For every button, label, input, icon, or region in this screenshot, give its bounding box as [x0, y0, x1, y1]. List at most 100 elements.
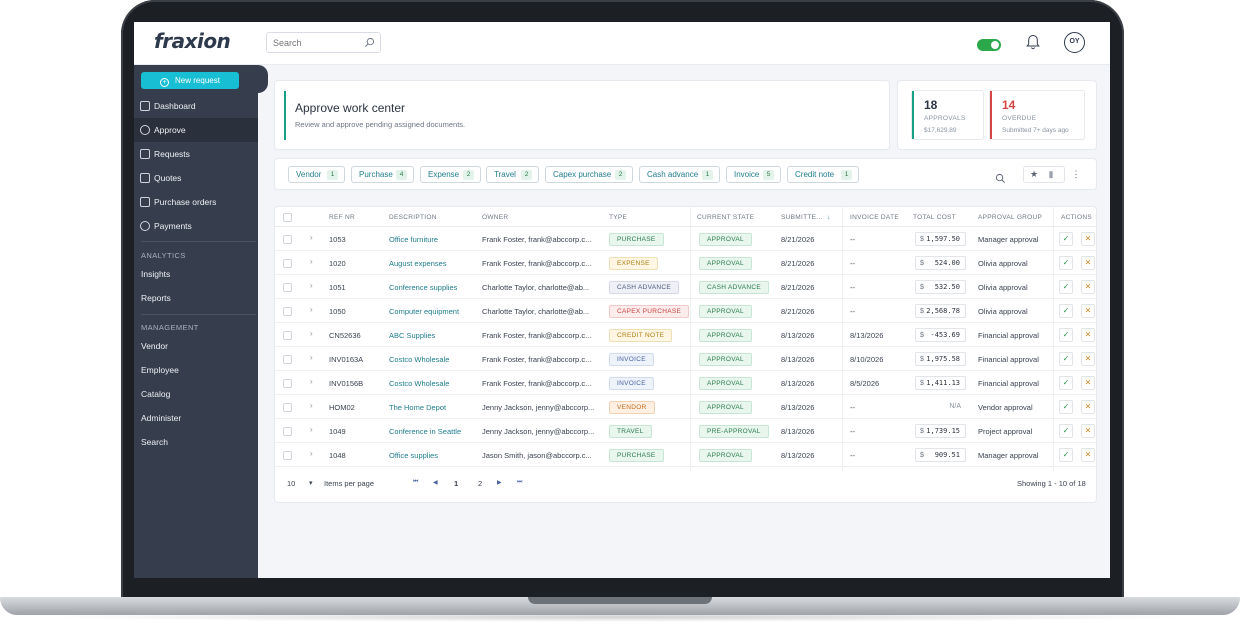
bell-icon[interactable]	[1026, 34, 1040, 50]
approve-button[interactable]: ✓	[1059, 352, 1073, 366]
reject-button[interactable]: ✕	[1081, 232, 1095, 246]
sidebar-item-payments[interactable]: Payments	[134, 214, 258, 238]
avatar[interactable]: OY	[1064, 32, 1085, 53]
filter-chip-capex-purchase[interactable]: Capex purchase 2	[545, 166, 633, 183]
description-link[interactable]: Costco Wholesale	[389, 379, 449, 388]
reject-button[interactable]: ✕	[1081, 448, 1095, 462]
table-row[interactable]: › 1048 Office supplies Jason Smith, jaso…	[275, 443, 1096, 467]
table-row[interactable]: › 1050 Computer equipment Charlotte Tayl…	[275, 299, 1096, 323]
filter-chip-travel[interactable]: Travel 2	[486, 166, 539, 183]
approve-button[interactable]: ✓	[1059, 376, 1073, 390]
delete-icon[interactable]: ▮	[1042, 166, 1060, 183]
overdue-stat[interactable]: 14 OVERDUE Submitted 7+ days ago	[989, 90, 1085, 140]
table-row[interactable]: › 1020 August expenses Frank Foster, fra…	[275, 251, 1096, 275]
description-link[interactable]: ABC Supplies	[389, 331, 435, 340]
approve-button[interactable]: ✓	[1059, 400, 1073, 414]
expand-icon[interactable]: ›	[310, 305, 313, 314]
description-link[interactable]: Costco Wholesale	[389, 355, 449, 364]
col-description[interactable]: DESCRIPTION	[389, 214, 437, 221]
expand-icon[interactable]: ›	[310, 449, 313, 458]
table-row[interactable]: › INV0156B Costco Wholesale Frank Foster…	[275, 371, 1096, 395]
row-checkbox[interactable]	[283, 379, 292, 388]
filter-chip-vendor[interactable]: Vendor 1	[288, 166, 345, 183]
col-type[interactable]: TYPE	[609, 214, 627, 221]
per-page-select[interactable]: 10	[287, 479, 295, 488]
expand-icon[interactable]: ›	[310, 377, 313, 386]
sidebar-item-dashboard[interactable]: Dashboard	[134, 94, 258, 118]
description-link[interactable]: Office furniture	[389, 235, 438, 244]
logo[interactable]: fraxion	[154, 29, 231, 53]
approve-button[interactable]: ✓	[1059, 256, 1073, 270]
sort-arrow-icon[interactable]: ↓	[827, 214, 831, 221]
prev-page-icon[interactable]: ◀	[433, 479, 438, 486]
search-icon[interactable]	[364, 37, 375, 48]
expand-icon[interactable]: ›	[310, 329, 313, 338]
description-link[interactable]: August expenses	[389, 259, 447, 268]
expand-icon[interactable]: ›	[310, 281, 313, 290]
description-link[interactable]: Conference supplies	[389, 283, 457, 292]
sidebar-item-requests[interactable]: Requests	[134, 142, 258, 166]
expand-icon[interactable]: ›	[310, 401, 313, 410]
table-row[interactable]: › HOM02 The Home Depot Jenny Jackson, je…	[275, 395, 1096, 419]
chevron-down-icon[interactable]: ▾	[309, 479, 313, 487]
expand-icon[interactable]: ›	[310, 257, 313, 266]
row-checkbox[interactable]	[283, 427, 292, 436]
sidebar-item-quotes[interactable]: Quotes	[134, 166, 258, 190]
expand-icon[interactable]: ›	[310, 233, 313, 242]
description-link[interactable]: Conference in Seattle	[389, 427, 461, 436]
col-ref-nr[interactable]: REF NR	[329, 214, 355, 221]
sidebar-item-reports[interactable]: Reports	[134, 286, 258, 310]
filter-chip-purchase[interactable]: Purchase 4	[351, 166, 414, 183]
col-submitted[interactable]: SUBMITTE...	[781, 214, 823, 221]
filter-chip-cash-advance[interactable]: Cash advance 1	[639, 166, 720, 183]
sidebar-item-administer[interactable]: Administer	[134, 406, 258, 430]
row-checkbox[interactable]	[283, 283, 292, 292]
description-link[interactable]: The Home Depot	[389, 403, 446, 412]
row-checkbox[interactable]	[283, 331, 292, 340]
next-page-icon[interactable]: ▶	[497, 479, 502, 486]
col-owner[interactable]: OWNER	[482, 214, 508, 221]
row-checkbox[interactable]	[283, 259, 292, 268]
table-row[interactable]: › 1051 Conference supplies Charlotte Tay…	[275, 275, 1096, 299]
description-link[interactable]: Office supplies	[389, 451, 438, 460]
filter-chip-expense[interactable]: Expense 2	[420, 166, 481, 183]
sidebar-item-vendor[interactable]: Vendor	[134, 334, 258, 358]
row-checkbox[interactable]	[283, 235, 292, 244]
reject-button[interactable]: ✕	[1081, 328, 1095, 342]
row-checkbox[interactable]	[283, 355, 292, 364]
search-box[interactable]	[266, 32, 381, 53]
table-row[interactable]: › INV0163A Costco Wholesale Frank Foster…	[275, 347, 1096, 371]
filter-chip-invoice[interactable]: Invoice 5	[726, 166, 781, 183]
sidebar-item-search[interactable]: Search	[134, 430, 258, 454]
reject-button[interactable]: ✕	[1081, 352, 1095, 366]
filter-chip-credit-note[interactable]: Credit note 1	[787, 166, 859, 183]
table-row[interactable]: › CN52636 ABC Supplies Frank Foster, fra…	[275, 323, 1096, 347]
row-checkbox[interactable]	[283, 403, 292, 412]
table-row[interactable]: › 1049 Conference in Seattle Jenny Jacks…	[275, 419, 1096, 443]
reject-button[interactable]: ✕	[1081, 280, 1095, 294]
sidebar-item-employee[interactable]: Employee	[134, 358, 258, 382]
table-row[interactable]: › 1053 Office furniture Frank Foster, fr…	[275, 227, 1096, 251]
new-request-button[interactable]: + New request	[141, 72, 239, 89]
approve-button[interactable]: ✓	[1059, 424, 1073, 438]
select-all-checkbox[interactable]	[283, 213, 292, 222]
expand-icon[interactable]: ›	[310, 353, 313, 362]
col-approval-group[interactable]: APPROVAL GROUP	[978, 214, 1042, 221]
approvals-stat[interactable]: 18 APPROVALS $17,629.89	[911, 90, 984, 140]
more-options-icon[interactable]: ⋮	[1067, 166, 1085, 183]
first-page-icon[interactable]: ⏮	[413, 479, 418, 486]
row-checkbox[interactable]	[283, 307, 292, 316]
search-icon[interactable]	[995, 173, 1006, 184]
approve-button[interactable]: ✓	[1059, 232, 1073, 246]
approve-button[interactable]: ✓	[1059, 304, 1073, 318]
page-1-button[interactable]: 1	[454, 479, 458, 488]
star-icon[interactable]: ★	[1025, 166, 1043, 183]
approve-button[interactable]: ✓	[1059, 328, 1073, 342]
reject-button[interactable]: ✕	[1081, 304, 1095, 318]
sidebar-item-approve[interactable]: Approve	[134, 118, 258, 142]
col-total-cost[interactable]: TOTAL COST	[913, 214, 956, 221]
approve-button[interactable]: ✓	[1059, 448, 1073, 462]
page-2-button[interactable]: 2	[478, 479, 482, 488]
search-input[interactable]	[267, 33, 359, 53]
toggle-switch[interactable]	[977, 39, 1001, 51]
